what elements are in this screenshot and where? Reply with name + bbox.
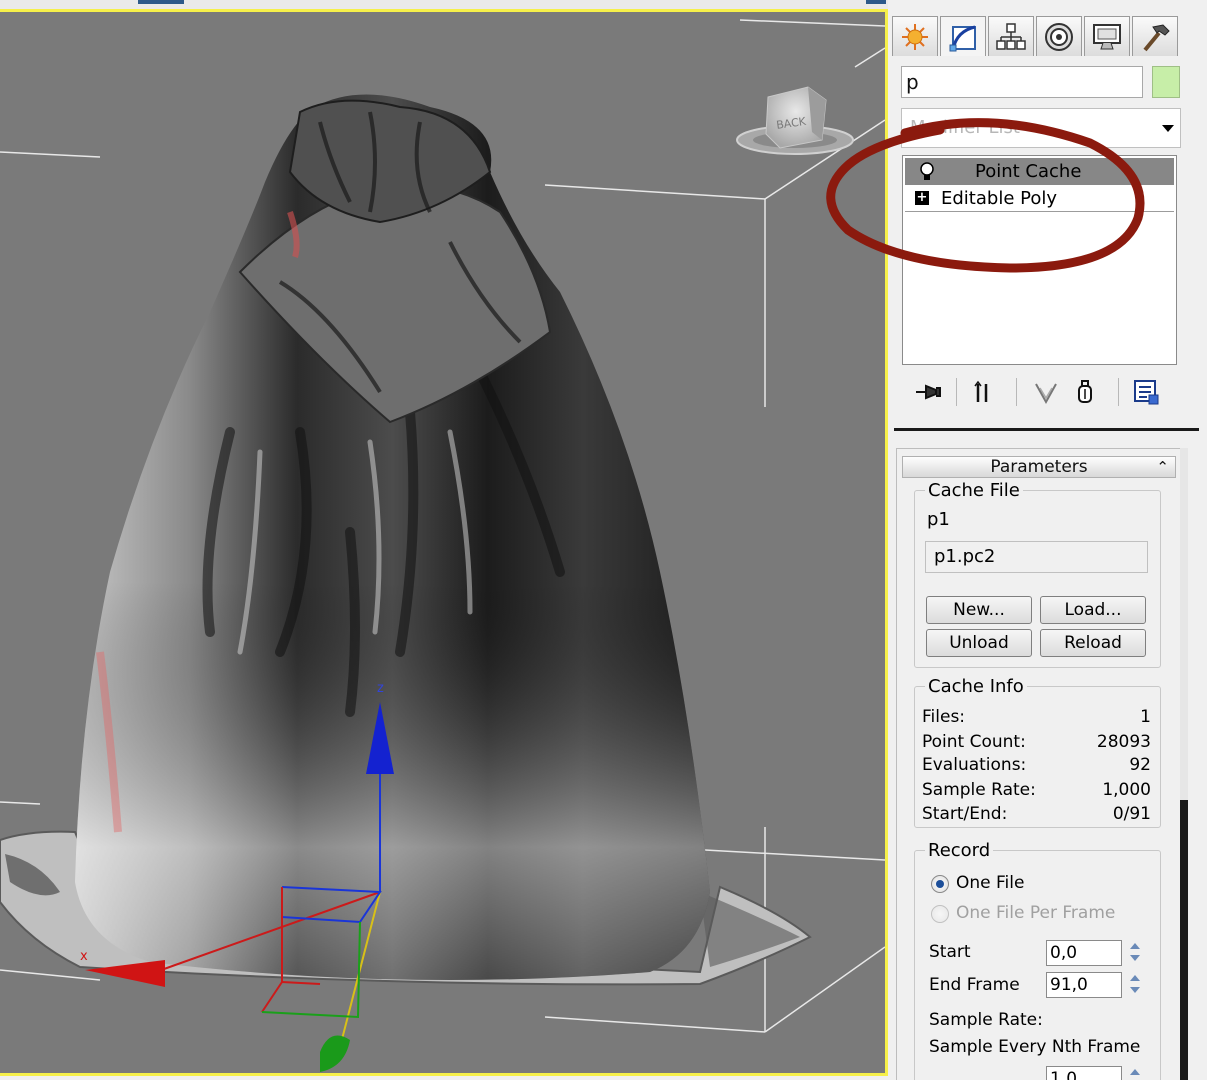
collapse-icon[interactable]: ⌃ <box>1156 457 1169 477</box>
make-unique-icon[interactable] <box>1030 376 1062 408</box>
info-label: Start/End: <box>922 804 1008 824</box>
perspective-viewport[interactable]: z x BACK <box>0 9 888 1076</box>
sample-every-spinner-arrows[interactable] <box>1128 1066 1142 1080</box>
toolbar-tab-indicator[interactable] <box>866 0 886 4</box>
tab-create[interactable] <box>892 16 938 56</box>
app-window: z x BACK p Modifier List Point Cache + E… <box>0 0 1207 1080</box>
info-label: Files: <box>922 707 966 727</box>
toolbar-divider <box>1118 378 1119 406</box>
pin-stack-icon[interactable] <box>912 376 944 408</box>
one-file-per-frame-label: One File Per Frame <box>956 903 1116 923</box>
sample-every-nth-frame-label: Sample Every Nth Frame <box>929 1037 1141 1057</box>
new-button[interactable]: New... <box>926 596 1032 624</box>
toolbar-tab-indicator[interactable] <box>138 0 184 4</box>
info-value: 28093 <box>1096 732 1151 752</box>
info-label: Point Count: <box>922 732 1026 752</box>
viewport-scene: z x BACK <box>0 19 885 1072</box>
configure-sets-icon[interactable] <box>1130 376 1162 408</box>
cache-info-title: Cache Info <box>925 676 1027 697</box>
tab-modify[interactable] <box>940 16 986 56</box>
command-panel-tabs <box>892 16 1178 56</box>
tab-display[interactable] <box>1084 16 1130 56</box>
one-file-radio[interactable] <box>931 875 949 893</box>
one-file-per-frame-radio[interactable] <box>931 905 949 923</box>
end-frame-label: End Frame <box>929 975 1020 995</box>
object-color-swatch[interactable] <box>1152 66 1180 98</box>
record-title: Record <box>925 840 994 861</box>
axis-z-label: z <box>377 681 384 696</box>
remove-modifier-icon[interactable] <box>1070 376 1102 408</box>
sample-rate-label: Sample Rate: <box>929 1010 1043 1030</box>
cache-file-path-field[interactable]: p1.pc2 <box>925 541 1148 573</box>
info-value: 1,000 <box>1102 780 1151 800</box>
parameters-rollout-header[interactable]: Parameters ⌃ <box>902 456 1176 478</box>
axis-x-label: x <box>80 949 88 964</box>
info-value: 1 <box>1140 707 1151 727</box>
toolbar-divider <box>1016 378 1017 406</box>
motion-icon <box>1045 22 1073 51</box>
rollout-divider <box>894 428 1199 431</box>
hierarchy-icon <box>996 22 1026 50</box>
toolbar-divider <box>956 378 957 406</box>
hammer-icon <box>1143 23 1170 51</box>
sample-every-spinner-field[interactable]: 1,0 <box>1046 1066 1122 1080</box>
info-value: 0/91 <box>1112 804 1151 824</box>
tab-motion[interactable] <box>1036 16 1082 56</box>
info-value: 92 <box>1129 755 1151 775</box>
end-frame-spinner-field[interactable]: 91,0 <box>1046 972 1122 998</box>
end-frame-spinner-arrows[interactable] <box>1128 972 1142 998</box>
start-spinner-field[interactable]: 0,0 <box>1046 940 1122 966</box>
stack-toolbar <box>908 372 1188 412</box>
display-monitor-icon <box>1093 23 1121 49</box>
parameters-title: Parameters <box>990 457 1088 477</box>
cache-file-title: Cache File <box>925 480 1023 501</box>
unload-button[interactable]: Unload <box>926 629 1032 657</box>
cache-file-name: p1 <box>927 509 950 530</box>
tab-hierarchy[interactable] <box>988 16 1034 56</box>
object-name-input[interactable]: p <box>901 66 1143 98</box>
start-spinner-arrows[interactable] <box>1128 940 1142 966</box>
annotation-circle <box>826 118 1145 273</box>
info-label: Evaluations: <box>922 755 1027 775</box>
info-label: Sample Rate: <box>922 780 1036 800</box>
one-file-label: One File <box>956 873 1025 893</box>
show-end-result-icon[interactable] <box>968 376 1000 408</box>
reload-button[interactable]: Reload <box>1040 629 1146 657</box>
sun-burst-icon <box>902 23 928 50</box>
modify-curve-icon <box>949 25 976 51</box>
tab-utilities[interactable] <box>1132 16 1178 56</box>
chevron-down-icon <box>1162 125 1174 132</box>
start-label: Start <box>929 942 971 962</box>
load-button[interactable]: Load... <box>1040 596 1146 624</box>
panel-scrollbar-thumb[interactable] <box>1180 800 1188 1080</box>
